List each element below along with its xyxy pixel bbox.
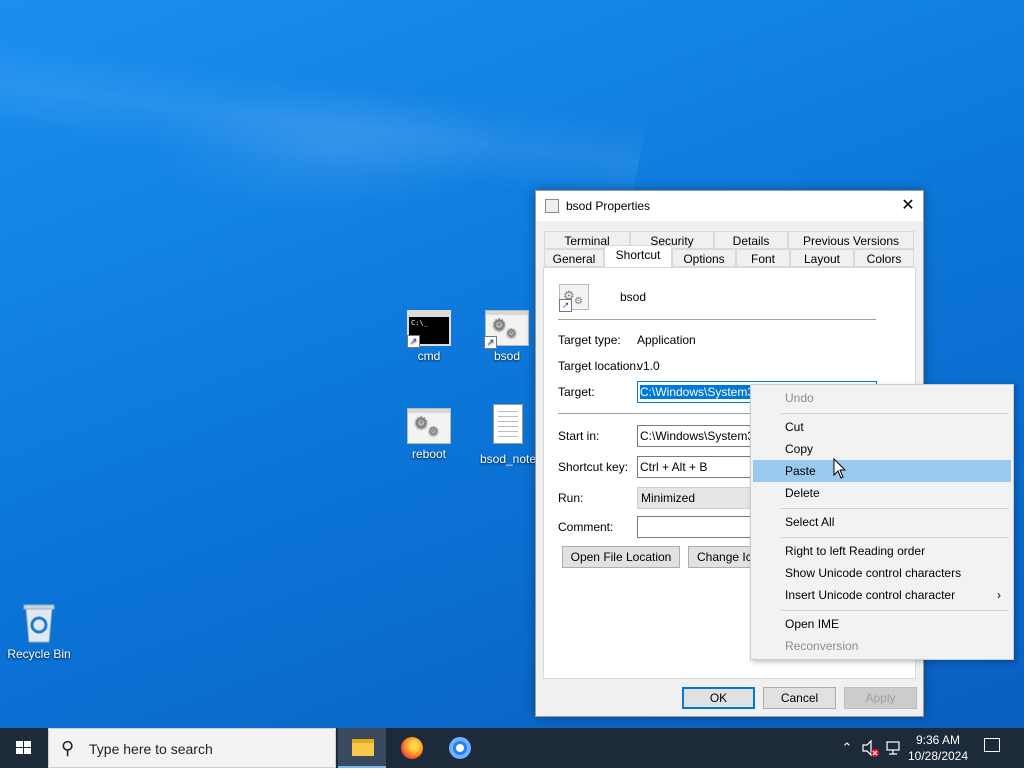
desktop-icon-label: bsod <box>493 349 521 363</box>
desktop-icon-label: reboot <box>411 447 447 461</box>
apply-button[interactable]: Apply <box>844 687 917 709</box>
tab-general[interactable]: General <box>544 249 604 267</box>
menu-item-label: Insert Unicode control character <box>785 588 956 602</box>
menu-item-insert-unicode[interactable]: Insert Unicode control character › <box>753 584 1011 606</box>
gear-icon: ⚙ <box>414 415 429 432</box>
firefox-icon <box>401 737 423 759</box>
open-file-location-button[interactable]: Open File Location <box>562 546 680 568</box>
desktop-icon-bsod[interactable]: ⚙ ⚙ ↗ bsod <box>475 310 539 363</box>
menu-item-cut[interactable]: Cut <box>753 416 1011 438</box>
target-location-value: v1.0 <box>637 359 660 373</box>
clock-date: 10/28/2024 <box>907 749 969 763</box>
clock-time: 9:36 AM <box>915 733 961 747</box>
tab-details[interactable]: Details <box>714 231 788 249</box>
desktop-icon-label: bsod_note <box>479 452 537 466</box>
gear-app-icon: ⚙ ⚙ ↗ <box>484 310 529 349</box>
context-menu: Undo Cut Copy Paste Delete Select All Ri… <box>750 384 1014 660</box>
target-type-label: Target type: <box>558 333 621 347</box>
target-selected-text: C:\Windows\System32 <box>640 385 761 399</box>
menu-item-copy[interactable]: Copy <box>753 438 1011 460</box>
menu-separator <box>781 413 1009 414</box>
taskbar-clock[interactable]: 9:36 AM 10/28/2024 <box>896 732 980 764</box>
search-placeholder: Type here to search <box>89 741 213 757</box>
gear-icon: ⚙ <box>428 424 439 438</box>
desktop-icon-recycle-bin[interactable]: Recycle Bin <box>6 602 72 661</box>
desktop-icon-label: Recycle Bin <box>7 647 71 661</box>
notification-icon[interactable] <box>984 738 1000 752</box>
shortcut-title-icon <box>545 199 559 213</box>
recycle-bin-icon <box>22 602 56 644</box>
windows-logo-icon <box>16 741 32 755</box>
search-icon: ⚲ <box>61 738 75 758</box>
tab-shortcut[interactable]: Shortcut <box>604 245 672 267</box>
cancel-button[interactable]: Cancel <box>763 687 836 709</box>
menu-item-reconversion[interactable]: Reconversion <box>753 635 1011 657</box>
taskbar-file-explorer[interactable] <box>338 728 386 768</box>
target-label: Target: <box>558 385 595 399</box>
dialog-titlebar[interactable]: bsod Properties ✕ <box>536 191 923 221</box>
tab-options[interactable]: Options <box>672 249 736 267</box>
taskbar-search-box[interactable]: ⚲ Type here to search <box>48 728 336 768</box>
gear-app-icon: ⚙ ⚙ ↗ <box>559 284 589 312</box>
speaker-muted-icon[interactable] <box>860 728 880 768</box>
start-in-label: Start in: <box>558 429 600 443</box>
folder-icon <box>352 739 374 756</box>
desktop-icon-label: cmd <box>417 349 441 363</box>
divider <box>558 319 876 320</box>
desktop-icon-bsod-note[interactable]: bsod_note <box>475 404 541 466</box>
gear-icon: ⚙ <box>506 326 517 340</box>
ok-button[interactable]: OK <box>682 687 755 709</box>
shortcut-arrow-icon: ↗ <box>484 336 497 349</box>
taskbar-chrome[interactable] <box>436 728 484 768</box>
comment-label: Comment: <box>558 520 614 534</box>
gear-icon: ⚙ <box>492 317 507 334</box>
menu-separator <box>781 508 1009 509</box>
menu-item-show-unicode[interactable]: Show Unicode control characters <box>753 562 1011 584</box>
desktop-icon-reboot[interactable]: ⚙ ⚙ reboot <box>397 408 461 461</box>
taskbar: ⚲ Type here to search ⌃ 9:36 AM 10/28/20… <box>0 728 1024 768</box>
menu-item-select-all[interactable]: Select All <box>753 511 1011 533</box>
menu-item-paste[interactable]: Paste <box>753 460 1011 482</box>
chevron-up-icon[interactable]: ⌃ <box>838 728 856 768</box>
menu-item-delete[interactable]: Delete <box>753 482 1011 504</box>
gear-icon: ⚙ <box>574 296 583 307</box>
taskbar-firefox[interactable] <box>388 728 436 768</box>
close-icon[interactable]: ✕ <box>893 191 923 221</box>
chrome-icon <box>449 737 471 759</box>
cmd-icon: C:\_ ↗ <box>407 310 451 348</box>
dialog-title: bsod Properties <box>566 199 651 213</box>
target-location-label: Target location: <box>558 359 640 373</box>
tab-font[interactable]: Font <box>736 249 790 267</box>
tab-layout[interactable]: Layout <box>790 249 854 267</box>
start-button[interactable] <box>0 728 48 768</box>
desktop-icon-cmd[interactable]: C:\_ ↗ cmd <box>397 310 461 363</box>
menu-item-rtl-reading-order[interactable]: Right to left Reading order <box>753 540 1011 562</box>
menu-item-open-ime[interactable]: Open IME <box>753 613 1011 635</box>
run-label: Run: <box>558 491 584 505</box>
gear-app-icon: ⚙ ⚙ <box>407 408 451 444</box>
tab-colors[interactable]: Colors <box>854 249 914 267</box>
menu-separator <box>781 610 1009 611</box>
target-type-value: Application <box>637 333 696 347</box>
shortcut-name: bsod <box>620 290 647 304</box>
shortcut-arrow-icon: ↗ <box>559 299 572 312</box>
shortcut-key-label: Shortcut key: <box>558 460 629 474</box>
shortcut-arrow-icon: ↗ <box>407 335 420 348</box>
menu-item-undo[interactable]: Undo <box>753 387 1011 409</box>
tab-previous-versions[interactable]: Previous Versions <box>788 231 914 249</box>
menu-separator <box>781 537 1009 538</box>
text-document-icon <box>493 404 523 444</box>
chevron-right-icon: › <box>997 588 1001 602</box>
